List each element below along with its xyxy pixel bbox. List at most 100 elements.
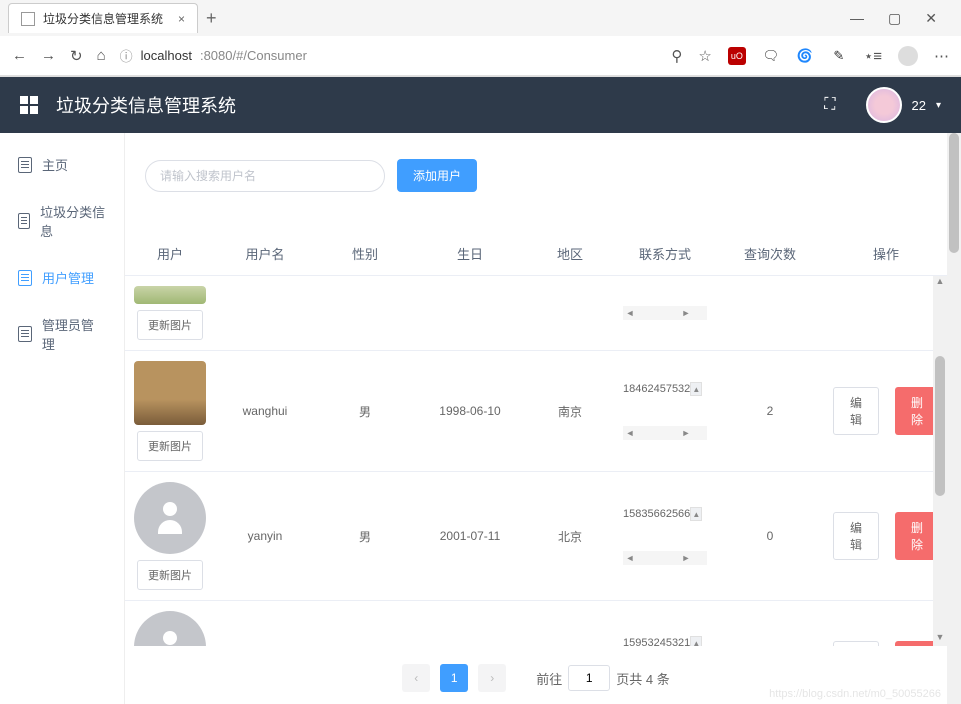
forward-icon[interactable]: → [41, 47, 56, 64]
nav-bar: ← → ↻ ⌂ ⓘ localhost:8080/#/Consumer ⚲ ☆ … [0, 36, 961, 76]
sidebar-item-label: 用户管理 [42, 268, 94, 287]
window-controls: — ▢ ✕ [850, 10, 953, 27]
close-tab-icon[interactable]: × [178, 12, 185, 26]
scroll-down-icon[interactable]: ▼ [933, 632, 947, 646]
extension2-icon[interactable]: 🌀 [796, 47, 814, 65]
action-buttons: 编辑 删除 [833, 641, 939, 646]
contact-number: 18462457532 [623, 383, 690, 395]
scroll-thumb[interactable] [935, 356, 945, 496]
back-icon[interactable]: ← [12, 47, 27, 64]
close-window-icon[interactable]: ✕ [925, 10, 937, 27]
scroll-up-icon[interactable]: ▲ [690, 382, 702, 396]
minimize-icon[interactable]: — [850, 10, 864, 27]
search-input[interactable] [145, 160, 385, 192]
extension3-icon[interactable]: ✎ [830, 47, 848, 65]
sidebar-item-label: 主页 [42, 155, 68, 174]
cell-contact: 18462457532 ▲ ◄ ► [615, 378, 715, 444]
document-icon [18, 213, 30, 229]
more-icon[interactable]: ⋯ [934, 47, 949, 65]
page-jump: 前往 页共 4 条 [536, 665, 669, 691]
action-buttons: 编辑 删除 [833, 512, 939, 560]
cell-username [215, 309, 315, 317]
scroll-up-icon[interactable]: ▲ [690, 507, 702, 521]
ublock-icon[interactable]: uO [728, 47, 746, 65]
scroll-right-icon[interactable]: ► [679, 308, 693, 318]
page-icon [21, 12, 35, 26]
fullscreen-icon[interactable]: ⛶ [824, 96, 835, 114]
scroll-up-icon[interactable]: ▲ [933, 276, 947, 290]
scroll-right-icon[interactable]: ► [679, 428, 693, 438]
contact-number: 15953245321 [623, 637, 690, 646]
app-header: 垃圾分类信息管理系统 ⛶ 22 ▾ [0, 77, 961, 133]
scroll-left-icon[interactable]: ◄ [623, 428, 637, 438]
add-user-button[interactable]: 添加用户 [397, 159, 477, 192]
url-bar[interactable]: ⓘ localhost:8080/#/Consumer [120, 46, 658, 65]
pagination: ‹ 1 › 前往 页共 4 条 [125, 646, 947, 704]
cell-action [825, 309, 947, 317]
info-icon[interactable]: ⓘ [120, 46, 133, 65]
table-body: 更新图片 ◄ ► [125, 276, 947, 646]
scroll-right-icon[interactable]: ► [679, 553, 693, 563]
sidebar-item-category[interactable]: 垃圾分类信息 [0, 188, 124, 254]
tab-bar: 垃圾分类信息管理系统 × + — ▢ ✕ [0, 0, 961, 36]
user-cell: 更新图片 [134, 361, 206, 461]
th-user: 用户 [125, 232, 215, 275]
maximize-icon[interactable]: ▢ [888, 10, 901, 27]
avatar [866, 87, 902, 123]
sidebar-item-admin[interactable]: 管理员管理 [0, 301, 124, 367]
contact-scrollbar[interactable]: ◄ ► [623, 551, 707, 565]
cell-birthday: 2001-07-11 [415, 525, 525, 547]
home-icon[interactable]: ⌂ [97, 47, 106, 64]
chevron-down-icon: ▾ [936, 100, 941, 111]
edit-button[interactable]: 编辑 [833, 387, 879, 435]
th-region: 地区 [525, 232, 615, 275]
table-scrollbar[interactable]: ▲ ▼ [933, 276, 947, 646]
refresh-icon[interactable]: ↻ [70, 47, 83, 65]
scroll-up-icon[interactable]: ▲ [690, 636, 702, 646]
content: 添加用户 用户 用户名 性别 生日 地区 联系方式 查询次数 操作 [125, 133, 961, 704]
user-image [134, 286, 206, 304]
table: 用户 用户名 性别 生日 地区 联系方式 查询次数 操作 更新图片 [125, 232, 947, 646]
person-icon [154, 631, 186, 646]
scroll-thumb[interactable] [949, 133, 959, 253]
new-tab-button[interactable]: + [206, 8, 217, 29]
user-label: 22 [912, 98, 926, 113]
favorite-icon[interactable]: ☆ [698, 47, 711, 65]
th-username: 用户名 [215, 232, 315, 275]
search-icon[interactable]: ⚲ [671, 47, 682, 65]
cell-contact: 15835662566 ▲ ◄ ► [615, 503, 715, 569]
edit-button[interactable]: 编辑 [833, 641, 879, 646]
page-input[interactable] [568, 665, 610, 691]
contact-scrollbar[interactable]: ◄ ► [623, 306, 707, 320]
header-right: ⛶ 22 ▾ [824, 87, 941, 123]
content-scrollbar[interactable] [947, 133, 961, 704]
cell-region [525, 309, 615, 317]
page-number-button[interactable]: 1 [440, 664, 468, 692]
sidebar-item-home[interactable]: 主页 [0, 141, 124, 188]
th-action: 操作 [825, 232, 947, 275]
edit-button[interactable]: 编辑 [833, 512, 879, 560]
user-menu[interactable]: 22 ▾ [866, 87, 942, 123]
update-image-button[interactable]: 更新图片 [137, 310, 203, 340]
cell-count: 2 [715, 400, 825, 422]
document-icon [18, 326, 32, 342]
scroll-left-icon[interactable]: ◄ [623, 308, 637, 318]
profile-icon[interactable] [898, 46, 918, 66]
favorites-bar-icon[interactable]: ⋆≡ [864, 47, 882, 65]
tab-title: 垃圾分类信息管理系统 [43, 10, 163, 27]
user-image [134, 482, 206, 554]
scroll-left-icon[interactable]: ◄ [623, 553, 637, 563]
contact-scrollbar[interactable]: ◄ ► [623, 426, 707, 440]
update-image-button[interactable]: 更新图片 [137, 560, 203, 590]
next-page-button[interactable]: › [478, 664, 506, 692]
extension-icon[interactable]: 🗨 [762, 47, 780, 65]
browser-tab[interactable]: 垃圾分类信息管理系统 × [8, 3, 198, 33]
prev-page-button[interactable]: ‹ [402, 664, 430, 692]
cell-region: 北京 [525, 524, 615, 549]
app-body: 主页 垃圾分类信息 用户管理 管理员管理 添加用户 用户 用户名 性别 生日 地… [0, 133, 961, 704]
update-image-button[interactable]: 更新图片 [137, 431, 203, 461]
th-gender: 性别 [315, 232, 415, 275]
search-panel: 添加用户 [125, 133, 947, 232]
sidebar-item-label: 管理员管理 [42, 315, 106, 353]
sidebar-item-users[interactable]: 用户管理 [0, 254, 124, 301]
